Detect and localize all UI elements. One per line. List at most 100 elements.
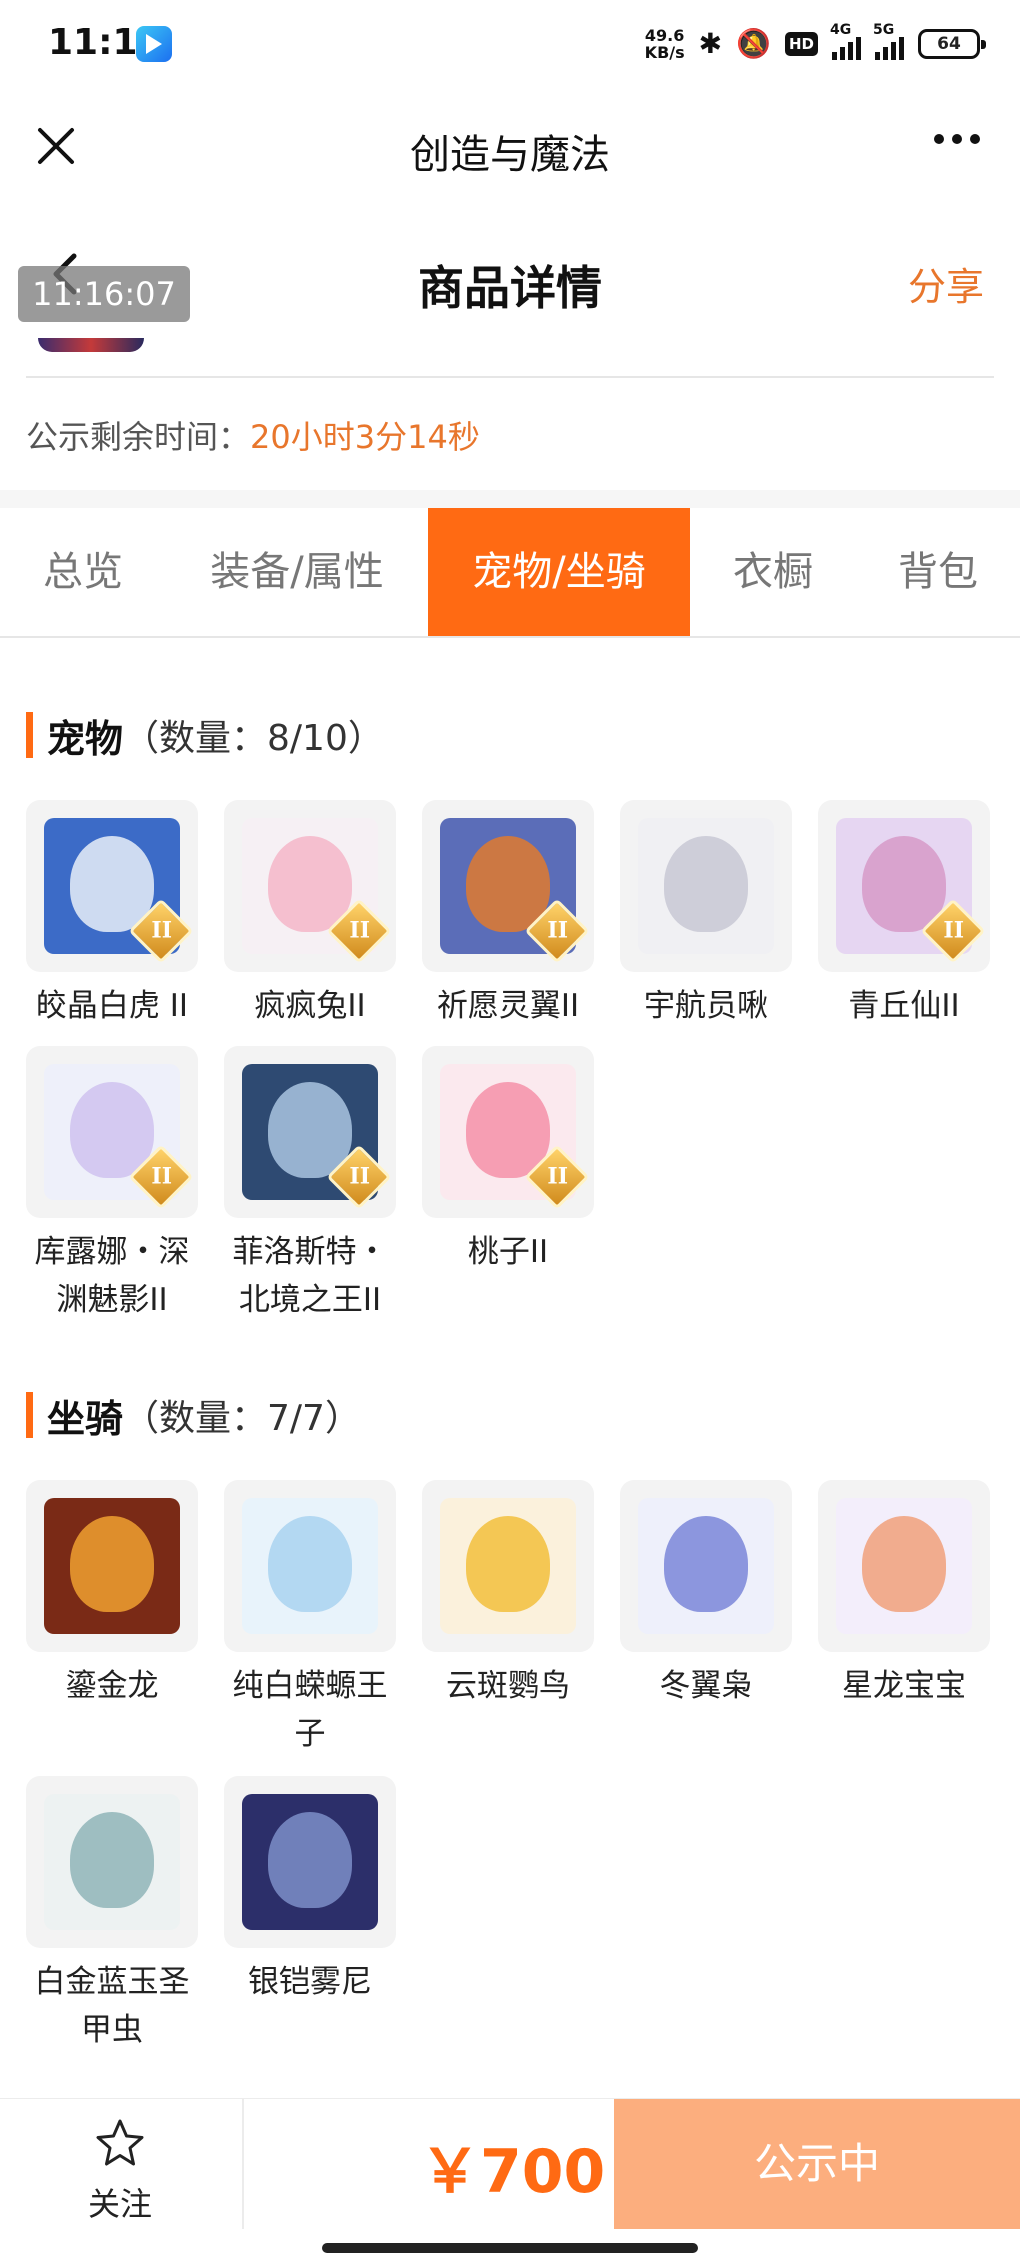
tab-backpack[interactable]: 背包 bbox=[856, 508, 1020, 636]
pets-section-header: 宠物 （数量：8/10） bbox=[26, 710, 384, 761]
item-name: 白金蓝玉圣 甲虫 bbox=[22, 1958, 202, 2054]
item-name-line: 祈愿灵翼II bbox=[436, 988, 580, 1024]
tab-bar: 总览 装备/属性 宠物/坐骑 衣橱 背包 bbox=[0, 508, 1020, 638]
item-name-line: 桃子II bbox=[467, 1234, 549, 1270]
grid-item[interactable]: II 皎晶白虎 II bbox=[22, 800, 202, 1030]
item-figure bbox=[664, 1516, 748, 1612]
item-thumbnail: II bbox=[224, 1046, 396, 1218]
tier-badge-label: II bbox=[547, 917, 569, 944]
tier-badge-label: II bbox=[151, 917, 173, 944]
notice-remaining-time: 20小时3分14秒 bbox=[250, 418, 480, 456]
signal-5g-label: 5G bbox=[873, 22, 895, 38]
item-figure bbox=[70, 1812, 154, 1908]
item-thumbnail bbox=[422, 1480, 594, 1652]
item-name-line: 星龙宝宝 bbox=[842, 1668, 966, 1704]
grid-item[interactable]: 宇航员啾 bbox=[616, 800, 796, 1030]
item-name-line: 冬翼枭 bbox=[659, 1668, 753, 1704]
star-icon bbox=[96, 2119, 144, 2166]
tier-badge-label: II bbox=[349, 1163, 371, 1190]
notice-row: 公示剩余时间：20小时3分14秒 bbox=[26, 412, 480, 458]
item-name: 祈愿灵翼II bbox=[418, 982, 598, 1030]
item-name-line: 库露娜・深 bbox=[34, 1234, 190, 1270]
hd-badge: HD bbox=[784, 32, 818, 56]
status-bar: 11:16 49.6 KB/s ✱ 🔕 HD 4G 5G 64 bbox=[0, 0, 1020, 88]
grid-item[interactable]: II 库露娜・深 渊魅影II bbox=[22, 1046, 202, 1324]
tab-overview[interactable]: 总览 bbox=[0, 508, 166, 636]
battery-icon: 64 bbox=[918, 29, 986, 59]
item-name: 宇航员啾 bbox=[616, 982, 796, 1030]
item-name-line: 云斑鹦鸟 bbox=[446, 1668, 570, 1704]
item-thumbnail bbox=[224, 1776, 396, 1948]
item-thumbnail bbox=[620, 1480, 792, 1652]
grid-item[interactable]: II 疯疯兔II bbox=[220, 800, 400, 1030]
net-speed-unit: KB/s bbox=[644, 43, 685, 62]
grid-item[interactable]: 白金蓝玉圣 甲虫 bbox=[22, 1776, 202, 2054]
grid-item[interactable]: II 桃子II bbox=[418, 1046, 598, 1276]
app-header: 创造与魔法 bbox=[0, 88, 1020, 210]
item-figure bbox=[268, 1812, 352, 1908]
mute-bell-icon: 🔕 bbox=[736, 27, 771, 60]
section-accent-bar bbox=[26, 712, 33, 758]
item-name: 菲洛斯特・ 北境之王II bbox=[220, 1228, 400, 1324]
follow-button[interactable]: 关注 bbox=[60, 2117, 180, 2225]
item-thumbnail: II bbox=[26, 800, 198, 972]
item-thumbnail: II bbox=[422, 1046, 594, 1218]
item-name-line: 疯疯兔II bbox=[254, 988, 366, 1024]
grid-item[interactable]: 星龙宝宝 bbox=[814, 1480, 994, 1710]
grid-item[interactable]: II 菲洛斯特・ 北境之王II bbox=[220, 1046, 400, 1324]
public-notice-status-button[interactable]: 公示中 bbox=[614, 2099, 1020, 2229]
grid-item[interactable]: 云斑鹦鸟 bbox=[418, 1480, 598, 1710]
tab-pets-mounts[interactable]: 宠物/坐骑 bbox=[428, 508, 690, 636]
grid-item[interactable]: 银铠雾尼 bbox=[220, 1776, 400, 2006]
status-indicators: 49.6 KB/s ✱ 🔕 HD 4G 5G 64 bbox=[644, 22, 986, 64]
item-figure bbox=[664, 836, 748, 932]
tier-badge-label: II bbox=[151, 1163, 173, 1190]
item-figure bbox=[862, 1516, 946, 1612]
grid-item[interactable]: 纯白蝾螈王子 bbox=[220, 1480, 400, 1758]
section-gap bbox=[0, 490, 1020, 508]
mounts-section-count: （数量：7/7） bbox=[123, 1398, 361, 1439]
tab-equipment[interactable]: 装备/属性 bbox=[166, 508, 428, 636]
item-name: 星龙宝宝 bbox=[814, 1662, 994, 1710]
pets-section-title: 宠物 bbox=[47, 716, 124, 761]
item-name-line: 皎晶白虎 II bbox=[35, 988, 189, 1024]
item-name-line: 甲虫 bbox=[81, 2012, 143, 2048]
item-thumbnail: II bbox=[422, 800, 594, 972]
signal-4g-icon: 4G bbox=[830, 22, 861, 60]
item-name: 鎏金龙 bbox=[22, 1662, 202, 1710]
item-name-line: 青丘仙II bbox=[848, 988, 960, 1024]
signal-4g-label: 4G bbox=[830, 22, 852, 38]
avatar bbox=[38, 338, 144, 352]
pets-section-count: （数量：8/10） bbox=[123, 718, 384, 759]
item-thumbnail bbox=[26, 1776, 198, 1948]
grid-item[interactable]: II 祈愿灵翼II bbox=[418, 800, 598, 1030]
item-name-line: 纯白蝾螈王 bbox=[232, 1668, 388, 1704]
home-indicator bbox=[322, 2243, 698, 2253]
item-name: 冬翼枭 bbox=[616, 1662, 796, 1710]
mounts-section-header: 坐骑 （数量：7/7） bbox=[26, 1390, 361, 1441]
grid-item[interactable]: 冬翼枭 bbox=[616, 1480, 796, 1710]
share-button[interactable]: 分享 bbox=[908, 256, 984, 311]
notice-label: 公示剩余时间： bbox=[26, 418, 251, 456]
mounts-section-title: 坐骑 bbox=[47, 1396, 124, 1441]
item-figure bbox=[466, 1516, 550, 1612]
item-figure bbox=[70, 1516, 154, 1612]
item-thumbnail: II bbox=[224, 800, 396, 972]
item-thumbnail bbox=[620, 800, 792, 972]
video-app-icon bbox=[136, 26, 172, 62]
grid-item[interactable]: 鎏金龙 bbox=[22, 1480, 202, 1710]
item-name-line: 银铠雾尼 bbox=[248, 1964, 372, 2000]
timestamp-overlay: 11:16:07 bbox=[18, 266, 190, 322]
tab-wardrobe[interactable]: 衣橱 bbox=[690, 508, 856, 636]
grid-item[interactable]: II 青丘仙II bbox=[814, 800, 994, 1030]
item-name: 库露娜・深 渊魅影II bbox=[22, 1228, 202, 1324]
item-name-line: 鎏金龙 bbox=[65, 1668, 159, 1704]
item-thumbnail: II bbox=[818, 800, 990, 972]
item-name-line: 北境之王II bbox=[238, 1282, 382, 1318]
item-name: 银铠雾尼 bbox=[220, 1958, 400, 2006]
divider bbox=[242, 2099, 244, 2229]
more-icon[interactable] bbox=[934, 134, 980, 144]
item-name: 青丘仙II bbox=[814, 982, 994, 1030]
item-thumbnail bbox=[818, 1480, 990, 1652]
follow-label: 关注 bbox=[87, 2185, 152, 2223]
